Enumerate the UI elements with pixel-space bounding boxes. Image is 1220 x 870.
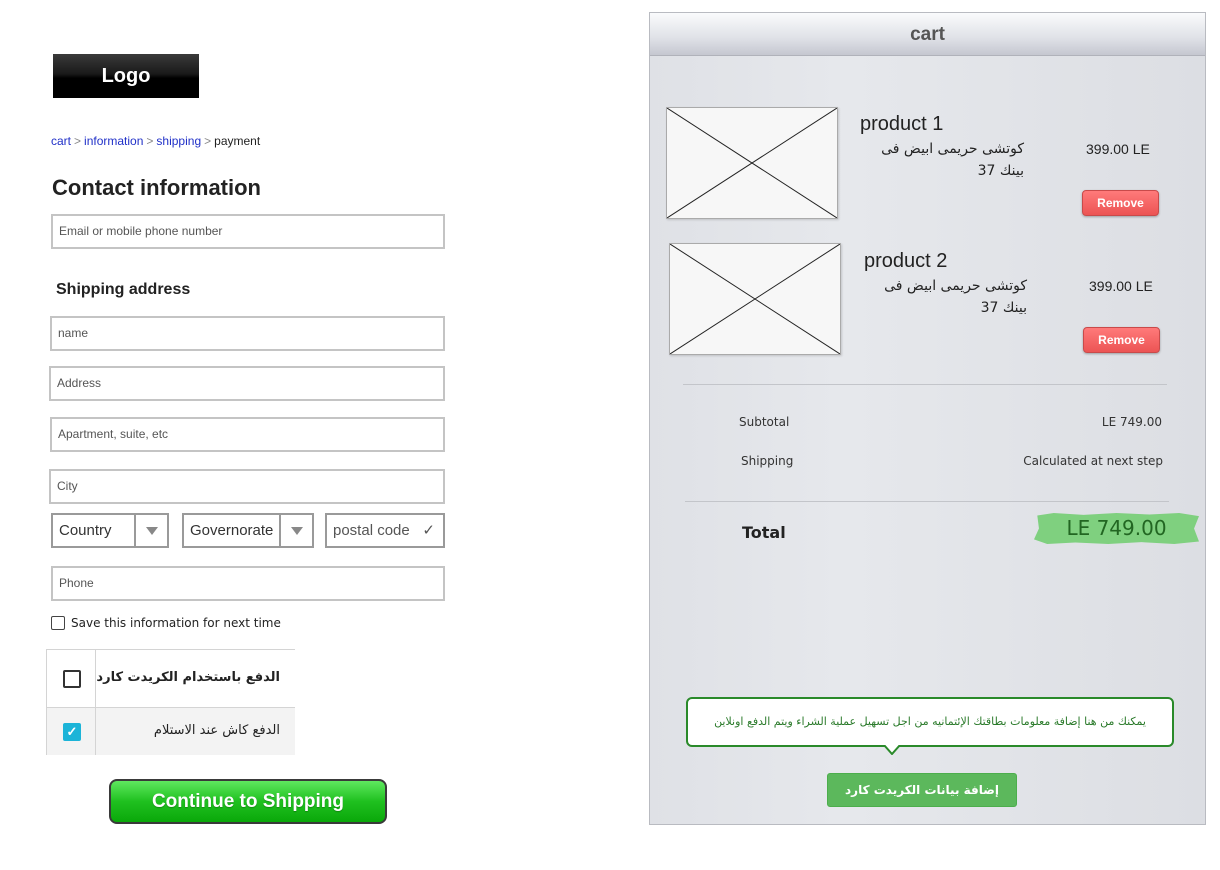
cash-checkbox[interactable]: ✓ <box>63 723 81 741</box>
credit-card-checkbox[interactable] <box>63 670 81 688</box>
remove-button[interactable]: Remove <box>1082 190 1159 216</box>
cart-panel: cart product 1 كوتشى حريمى ابيض فى بينك … <box>649 12 1206 825</box>
chevron-down-icon[interactable] <box>134 515 167 546</box>
payment-option-label: الدفع باستخدام الكريدت كارد <box>96 670 280 685</box>
shipping-heading: Shipping address <box>56 281 191 298</box>
tooltip-pointer <box>884 745 900 755</box>
governorate-select-value: Governorate <box>190 522 274 539</box>
breadcrumb-separator: > <box>74 134 82 148</box>
product-price: 399.00 LE <box>1089 278 1153 294</box>
governorate-select[interactable]: Governorate <box>182 513 314 548</box>
cart-title: cart <box>650 13 1205 56</box>
breadcrumb-payment: payment <box>214 134 261 148</box>
apartment-field[interactable]: Apartment, suite, etc <box>50 417 445 452</box>
logo[interactable]: Logo <box>53 54 199 98</box>
phone-field[interactable]: Phone <box>51 566 445 601</box>
shipping-value: Calculated at next step <box>1023 454 1163 468</box>
divider <box>683 384 1167 385</box>
payment-options: الدفع باستخدام الكريدت كارد ✓ الدفع كاش … <box>46 649 295 755</box>
payment-option-label: الدفع كاش عند الاستلام <box>153 723 280 738</box>
product-name: product 1 <box>860 113 944 135</box>
product-description: كوتشى حريمى ابيض فى بينك 37 <box>881 141 1024 179</box>
payment-option-credit-card[interactable]: الدفع باستخدام الكريدت كارد <box>46 649 295 707</box>
shipping-label: Shipping <box>741 454 794 468</box>
divider <box>685 501 1169 502</box>
breadcrumb-shipping[interactable]: shipping <box>156 134 201 148</box>
contact-heading: Contact information <box>52 175 261 200</box>
country-select[interactable]: Country <box>51 513 169 548</box>
payment-option-cash[interactable]: ✓ الدفع كاش عند الاستلام <box>46 707 295 755</box>
breadcrumb-cart[interactable]: cart <box>51 134 71 148</box>
subtotal-value: LE 749.00 <box>1101 415 1162 429</box>
chevron-down-icon[interactable] <box>279 515 312 546</box>
breadcrumb: cart > information > shipping > payment <box>51 134 260 148</box>
product-image-placeholder <box>666 107 838 219</box>
remove-button[interactable]: Remove <box>1083 327 1160 353</box>
postal-code-placeholder: postal code <box>333 522 410 539</box>
product-price: 399.00 LE <box>1086 141 1150 157</box>
save-info-checkbox[interactable] <box>51 616 65 630</box>
name-field[interactable]: name <box>50 316 445 351</box>
breadcrumb-separator: > <box>146 134 154 148</box>
credit-card-tooltip: يمكنك من هنا إضافة معلومات بطاقتك الإئتم… <box>686 697 1174 747</box>
image-placeholder-icon <box>670 244 840 354</box>
product-image-placeholder <box>669 243 841 355</box>
continue-to-shipping-button[interactable]: Continue to Shipping <box>109 779 387 824</box>
image-placeholder-icon <box>667 108 837 218</box>
payment-option-checkbox-cell: ✓ <box>47 708 96 755</box>
country-select-value: Country <box>59 522 112 539</box>
address-field[interactable]: Address <box>49 366 445 401</box>
breadcrumb-information[interactable]: information <box>84 134 143 148</box>
product-name: product 2 <box>864 250 948 272</box>
payment-option-checkbox-cell <box>47 650 96 707</box>
city-field[interactable]: City <box>49 469 445 504</box>
total-value: LE 749.00 <box>1034 513 1199 544</box>
email-field[interactable]: Email or mobile phone number <box>51 214 445 249</box>
breadcrumb-separator: > <box>204 134 212 148</box>
postal-code-field[interactable]: postal code ✓ <box>325 513 445 548</box>
product-description: كوتشى حريمى ابيض فى بينك 37 <box>884 278 1027 316</box>
add-credit-card-button[interactable]: إضافة بيانات الكريدت كارد <box>827 773 1017 807</box>
save-info-row[interactable]: Save this information for next time <box>51 616 281 630</box>
subtotal-label: Subtotal <box>739 415 790 429</box>
save-info-label: Save this information for next time <box>71 616 281 630</box>
checkmark-icon: ✓ <box>422 522 435 539</box>
total-label: Total <box>742 523 786 542</box>
